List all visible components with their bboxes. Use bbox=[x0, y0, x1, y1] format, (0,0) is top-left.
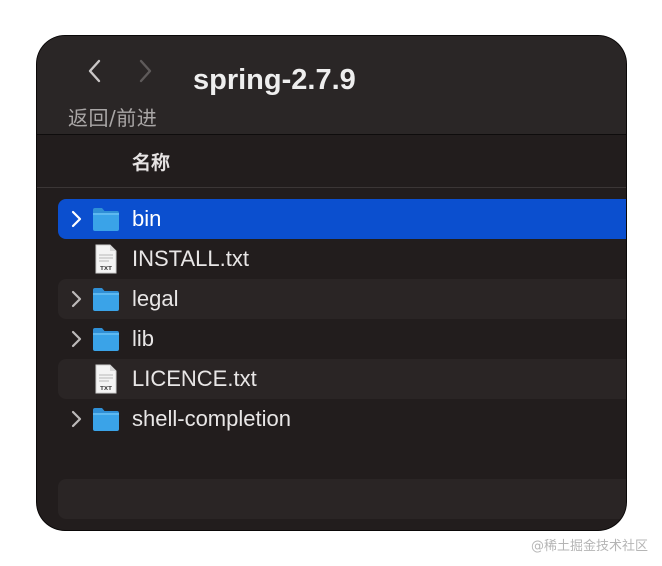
finder-window: 返回/前进 spring-2.7.9 名称 bin TXT INSTALL.txt l… bbox=[37, 36, 626, 530]
column-header-name[interactable]: 名称 bbox=[132, 148, 170, 175]
forward-button[interactable] bbox=[131, 56, 159, 86]
back-button[interactable] bbox=[81, 56, 109, 86]
folder-icon bbox=[91, 324, 121, 354]
column-header: 名称 bbox=[37, 135, 626, 187]
toolbar: 返回/前进 spring-2.7.9 bbox=[37, 36, 626, 134]
text-file-icon: TXT bbox=[91, 244, 121, 274]
empty-row bbox=[58, 479, 626, 519]
text-file-icon: TXT bbox=[91, 364, 121, 394]
folder-icon bbox=[91, 284, 121, 314]
file-row-shell-completion[interactable]: shell-completion bbox=[58, 399, 626, 439]
watermark: @稀土掘金技术社区 bbox=[530, 539, 648, 554]
file-row-bin[interactable]: bin bbox=[58, 199, 626, 239]
file-row-install-txt[interactable]: TXT INSTALL.txt bbox=[58, 239, 626, 279]
file-row-lib[interactable]: lib bbox=[58, 319, 626, 359]
file-row-licence-txt[interactable]: TXT LICENCE.txt bbox=[58, 359, 626, 399]
disclosure-triangle-icon[interactable] bbox=[68, 409, 84, 429]
window-title: spring-2.7.9 bbox=[193, 64, 356, 96]
folder-icon bbox=[91, 404, 121, 434]
header-divider bbox=[37, 187, 626, 188]
folder-icon bbox=[91, 204, 121, 234]
file-name: INSTALL.txt bbox=[132, 246, 249, 271]
svg-text:TXT: TXT bbox=[100, 266, 112, 272]
file-name: legal bbox=[132, 286, 179, 311]
svg-text:TXT: TXT bbox=[100, 386, 112, 392]
chevron-right-icon bbox=[139, 59, 152, 83]
file-name: lib bbox=[132, 326, 155, 351]
file-row-legal[interactable]: legal bbox=[58, 279, 626, 319]
file-name: bin bbox=[132, 206, 162, 231]
file-name: shell-completion bbox=[132, 406, 291, 431]
disclosure-triangle-icon[interactable] bbox=[68, 289, 84, 309]
disclosure-triangle-icon[interactable] bbox=[68, 209, 84, 229]
disclosure-triangle-icon[interactable] bbox=[68, 329, 84, 349]
nav-label: 返回/前进 bbox=[68, 106, 158, 130]
file-name: LICENCE.txt bbox=[132, 366, 257, 391]
chevron-left-icon bbox=[88, 59, 101, 83]
